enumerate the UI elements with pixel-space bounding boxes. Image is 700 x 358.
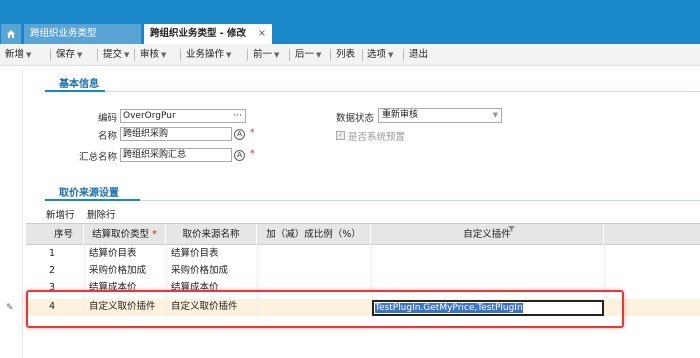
cell-source-name[interactable]: 结算价目表 [168,247,219,261]
data-status-select: 重新审核 ▼ [378,108,502,123]
cell-settle-type[interactable]: 采购价格加成 [86,264,146,278]
tab-business-type-edit[interactable]: 跨组织业务类型 - 修改 × [144,24,272,44]
header-settle-type[interactable]: 结算取价类型 * [84,224,166,245]
name-label: 名称 [97,131,117,142]
system-preset-checkbox: ✓ [336,131,345,140]
data-status-label: 数据状态 [335,113,374,124]
options-button[interactable]: 选项 ▼ [367,44,393,66]
section-underline [45,199,140,201]
business-operation-button[interactable]: 业务操作 ▼ [186,44,231,66]
delete-row-button[interactable]: 删除行 [87,207,116,221]
cell-source-name[interactable]: 采购价格加成 [168,264,228,278]
chevron-down-icon: ▼ [316,51,322,59]
save-button[interactable]: 保存 ▼ [56,44,82,66]
highlight-box [26,290,624,328]
submit-button[interactable]: 提交 ▼ [103,44,129,66]
exit-button[interactable]: 退出 [409,44,428,66]
section-divider [105,91,700,92]
code-label: 编码 [97,113,117,124]
tab-label: 跨组织业务类型 - 修改 [150,28,247,39]
header-ratio[interactable]: 加（减）成比例（%） [257,224,371,245]
summary-name-label: 汇总名称 [78,152,117,163]
system-preset-label: 是否系统预置 [348,132,406,143]
section-title-basic: 基本信息 [59,79,99,90]
next-button[interactable]: 后一 ▼ [295,44,321,66]
name-field[interactable]: 跨组织采购 [120,127,232,141]
required-mark: * [250,128,255,138]
cell-settle-type[interactable]: 结算价目表 [86,247,137,261]
chevron-down-icon: ▼ [161,51,167,59]
new-button[interactable]: 新增 ▼ [5,44,31,66]
table-row[interactable]: 1 结算价目表 结算价目表 [26,247,700,261]
header-custom-plugin[interactable]: 自定义插件 [371,224,604,245]
audit-button[interactable]: 审核 ▼ [140,44,166,66]
code-value: OverOrgPur [123,111,176,121]
chevron-down-icon: ▼ [492,111,498,119]
previous-button[interactable]: 前一 ▼ [253,44,279,66]
chevron-down-icon: ▼ [388,51,394,59]
chevron-down-icon: ▼ [26,51,32,59]
filter-icon[interactable] [508,226,515,232]
home-icon [7,30,15,38]
edit-icon: ✎ [6,303,14,313]
header-source-name[interactable]: 取价来源名称 [166,224,257,245]
data-status-value: 重新审核 [382,110,419,120]
language-icon[interactable]: A [234,150,245,161]
chevron-down-icon: ▼ [124,51,130,59]
more-icon[interactable]: ··· [233,110,242,122]
summary-name-field[interactable]: 跨组织采购汇总 [120,148,232,162]
tab-business-type-list[interactable]: 跨组织业务类型 [24,24,141,44]
cell-seq: 2 [49,265,56,276]
required-mark: * [250,149,255,159]
table-row[interactable]: 2 采购价格加成 采购价格加成 [26,264,700,278]
grid-header: 序号 结算取价类型 * 取价来源名称 加（减）成比例（%） 自定义插件 [26,223,700,245]
code-field[interactable]: OverOrgPur ··· [120,109,246,123]
cell-seq: 1 [49,248,56,259]
header-seq[interactable]: 序号 [44,224,84,245]
language-icon[interactable]: A [234,129,245,140]
chevron-down-icon: ▼ [226,51,232,59]
grid-toolbar: 新增行 删除行 [0,205,700,223]
home-tab[interactable] [1,24,21,44]
close-icon[interactable]: × [258,24,266,44]
tab-bar: 跨组织业务类型 跨组织业务类型 - 修改 × [0,0,700,44]
chevron-down-icon: ▼ [77,51,83,59]
add-row-button[interactable]: 新增行 [46,207,75,221]
section-underline [45,90,105,92]
section-divider [140,200,700,201]
chevron-down-icon: ▼ [274,51,280,59]
list-button[interactable]: 列表 [336,44,355,66]
toolbar: 新增 ▼ 保存 ▼ 提交 ▼ 审核 ▼ 业务操作 ▼ 前一 ▼ 后一 ▼ 列表 选项 ▼ 退出 [0,44,700,66]
section-title-price-source: 取价来源设置 [59,188,119,199]
